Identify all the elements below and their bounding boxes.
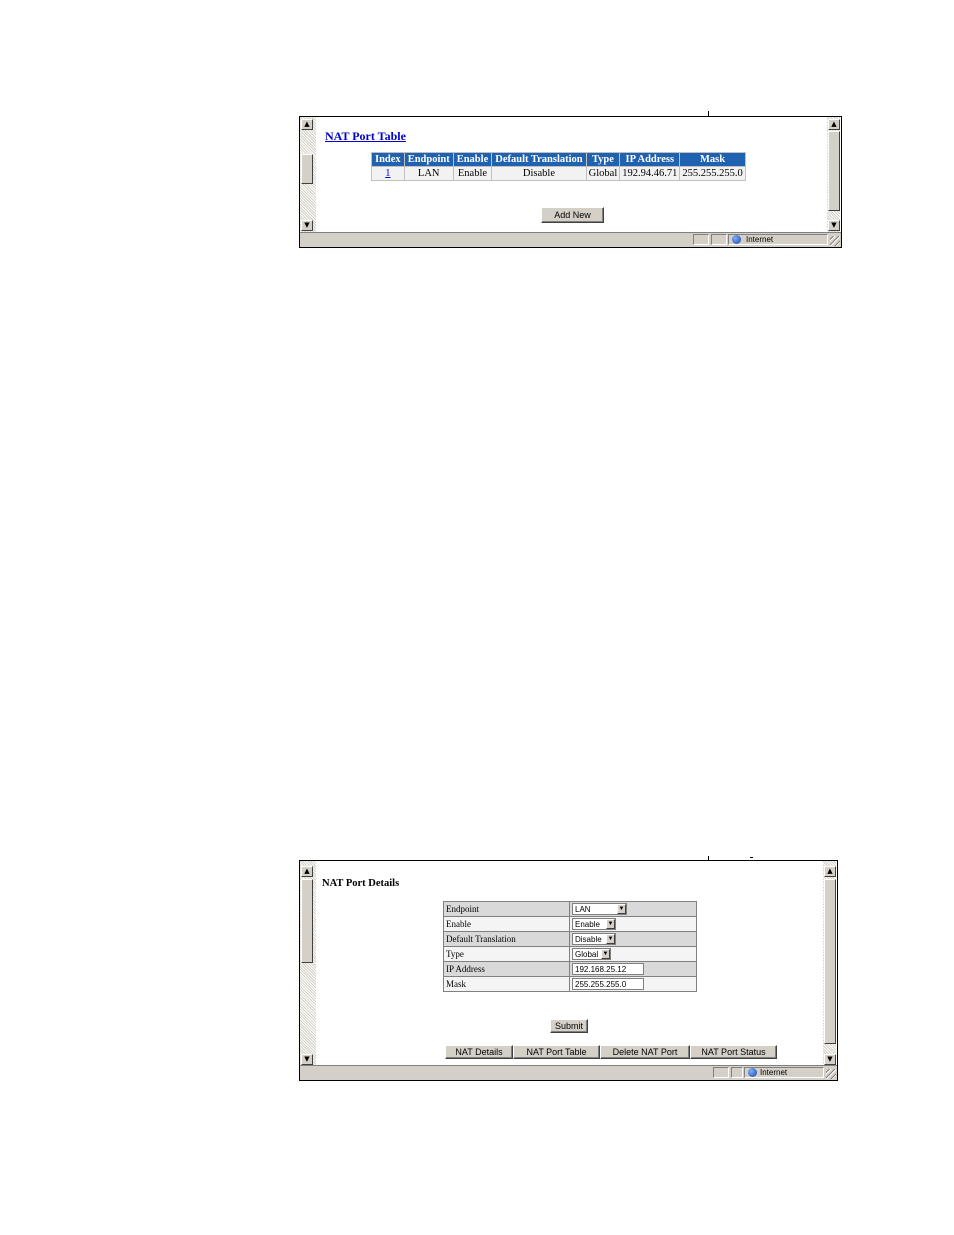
- enable-select[interactable]: Enable ▼: [572, 918, 616, 930]
- default-translation-cell: Disable ▼: [569, 931, 697, 947]
- nat-port-table-window: ▲ ▼ ▲ ▼ NAT Port Table Index Endpoint En…: [299, 116, 842, 248]
- page-title-link[interactable]: NAT Port Table: [325, 129, 406, 144]
- scroll-up-arrow-icon[interactable]: ▲: [301, 119, 313, 130]
- nat-port-table: Index Endpoint Enable Default Translatio…: [371, 152, 746, 181]
- status-bar: Internet: [300, 1065, 837, 1080]
- nat-nav-bar: NAT Details NAT Port Table Delete NAT Po…: [445, 1045, 777, 1059]
- nat-port-details-form: Endpoint LAN ▼ Enable Enable ▼ Default T…: [443, 901, 697, 992]
- column-header-ip-address: IP Address: [619, 152, 681, 167]
- table-header-row: Index Endpoint Enable Default Translatio…: [371, 152, 746, 167]
- scroll-down-arrow-icon[interactable]: ▼: [824, 1054, 836, 1065]
- form-row-ip-address: IP Address 192.168.25.12: [443, 961, 697, 977]
- delete-nat-port-button[interactable]: Delete NAT Port: [600, 1045, 690, 1059]
- column-header-endpoint: Endpoint: [403, 152, 454, 167]
- chevron-down-icon[interactable]: ▼: [606, 919, 615, 929]
- scroll-down-arrow-icon[interactable]: ▼: [828, 220, 840, 231]
- nat-port-table-button[interactable]: NAT Port Table: [513, 1045, 600, 1059]
- globe-icon: [748, 1068, 757, 1077]
- chevron-down-icon[interactable]: ▼: [601, 949, 610, 959]
- ip-address-cell: 192.168.25.12: [569, 961, 697, 977]
- endpoint-cell: LAN: [403, 166, 454, 181]
- nat-details-button[interactable]: NAT Details: [445, 1045, 513, 1059]
- submit-button[interactable]: Submit: [550, 1019, 588, 1033]
- default-translation-cell: Disable: [491, 166, 587, 181]
- form-row-endpoint: Endpoint LAN ▼: [443, 901, 697, 917]
- column-header-enable: Enable: [452, 152, 493, 167]
- default-translation-label: Default Translation: [443, 931, 570, 947]
- crop-mark: [750, 857, 753, 858]
- index-cell: 1: [371, 166, 405, 181]
- default-translation-select[interactable]: Disable ▼: [572, 933, 616, 945]
- page-title: NAT Port Details: [322, 878, 400, 889]
- enable-select-value: Enable: [575, 920, 600, 929]
- mask-cell: 255.255.255.0: [569, 976, 697, 992]
- chevron-down-icon[interactable]: ▼: [606, 934, 615, 944]
- status-zone-pane: Internet: [744, 1067, 824, 1078]
- form-row-mask: Mask 255.255.255.0: [443, 976, 697, 992]
- add-new-button[interactable]: Add New: [541, 207, 604, 223]
- nat-port-details-window: ▲ ▼ ▲ ▼ NAT Port Details Endpoint LAN ▼ …: [299, 860, 838, 1081]
- scroll-up-arrow-icon[interactable]: ▲: [828, 119, 840, 130]
- mask-field[interactable]: 255.255.255.0: [572, 978, 644, 990]
- form-row-type: Type Global ▼: [443, 946, 697, 962]
- right-scrollbar[interactable]: ▲ ▼: [823, 861, 836, 1066]
- endpoint-label: Endpoint: [443, 901, 570, 917]
- ip-address-label: IP Address: [443, 961, 570, 977]
- enable-cell: Enable ▼: [569, 916, 697, 932]
- column-header-type: Type: [585, 152, 621, 167]
- zone-label: Internet: [760, 1068, 788, 1077]
- scrollbar-thumb[interactable]: [828, 131, 840, 211]
- type-cell: Global: [585, 166, 621, 181]
- scroll-up-arrow-icon[interactable]: ▲: [824, 866, 836, 877]
- status-zone-pane: Internet: [728, 234, 828, 245]
- scroll-down-arrow-icon[interactable]: ▼: [301, 1054, 313, 1065]
- type-select[interactable]: Global ▼: [572, 948, 611, 960]
- resize-grip-icon[interactable]: [830, 236, 840, 246]
- left-frame-scrollbar[interactable]: ▲ ▼: [300, 117, 316, 233]
- status-pane: [731, 1067, 743, 1078]
- left-frame-scrollbar[interactable]: ▲ ▼: [300, 861, 316, 1066]
- enable-cell: Enable: [452, 166, 493, 181]
- endpoint-select-value: LAN: [575, 905, 591, 914]
- zone-label: Internet: [746, 235, 774, 244]
- scrollbar-thumb[interactable]: [301, 879, 313, 963]
- resize-grip-icon[interactable]: [826, 1069, 836, 1079]
- nat-port-status-button[interactable]: NAT Port Status: [690, 1045, 777, 1059]
- column-header-default-translation: Default Translation: [491, 152, 587, 167]
- mask-label: Mask: [443, 976, 570, 992]
- table-row: 1 LAN Enable Disable Global 192.94.46.71…: [371, 166, 746, 181]
- scroll-down-arrow-icon[interactable]: ▼: [301, 220, 313, 231]
- endpoint-select[interactable]: LAN ▼: [572, 903, 627, 915]
- form-row-enable: Enable Enable ▼: [443, 916, 697, 932]
- column-header-mask: Mask: [679, 152, 746, 167]
- status-pane: [711, 234, 727, 245]
- status-pane: [693, 234, 709, 245]
- ip-address-field[interactable]: 192.168.25.12: [572, 963, 644, 975]
- ip-address-cell: 192.94.46.71: [619, 166, 681, 181]
- globe-icon: [732, 235, 741, 244]
- endpoint-cell: LAN ▼: [569, 901, 697, 917]
- scrollbar-thumb[interactable]: [824, 879, 836, 1044]
- enable-label: Enable: [443, 916, 570, 932]
- scroll-up-arrow-icon[interactable]: ▲: [301, 866, 313, 877]
- status-bar: Internet: [300, 232, 841, 247]
- index-link[interactable]: 1: [385, 168, 390, 179]
- default-translation-select-value: Disable: [575, 935, 602, 944]
- form-row-default-translation: Default Translation Disable ▼: [443, 931, 697, 947]
- type-label: Type: [443, 946, 570, 962]
- column-header-index: Index: [371, 152, 405, 167]
- type-cell: Global ▼: [569, 946, 697, 962]
- chevron-down-icon[interactable]: ▼: [617, 904, 626, 914]
- mask-cell: 255.255.255.0: [679, 166, 746, 181]
- status-pane: [713, 1067, 729, 1078]
- scrollbar-thumb[interactable]: [301, 154, 313, 184]
- type-select-value: Global: [575, 950, 599, 959]
- right-scrollbar[interactable]: ▲ ▼: [827, 117, 840, 233]
